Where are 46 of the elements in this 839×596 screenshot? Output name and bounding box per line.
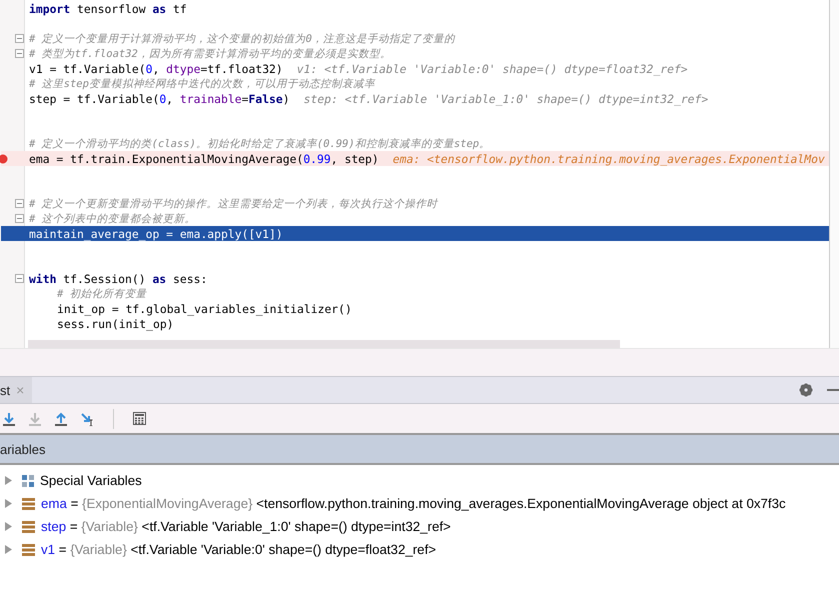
- vertical-scrollbar[interactable]: [829, 0, 839, 348]
- fold-icon[interactable]: [15, 214, 24, 223]
- fold-icon[interactable]: [15, 274, 24, 283]
- fold-icon[interactable]: [15, 49, 24, 58]
- inline-value-hint: step: <tf.Variable 'Variable_1:0' shape=() dtype=int32_ref>: [304, 92, 708, 106]
- fold-icon[interactable]: [15, 34, 24, 43]
- step-over-icon[interactable]: [2, 412, 16, 426]
- code-line: # 这里step变量模拟神经网络中迭代的次数，可以用于动态控制衰减率: [29, 77, 375, 91]
- variable-icon: [22, 520, 35, 532]
- grid-icon: [22, 474, 34, 486]
- code-line: # 类型为tf.float32，因为所有需要计算滑动平均的变量必须是实数型。: [29, 47, 391, 61]
- code-line: maintain_average_op = ema.apply([v1]): [29, 226, 283, 240]
- breakpoint-icon[interactable]: [0, 154, 8, 164]
- code-line: v1 = tf.Variable(0, dtype=tf.float32): [29, 62, 283, 76]
- fold-icon[interactable]: [15, 199, 24, 208]
- variable-icon: [22, 544, 35, 556]
- expand-arrow-icon[interactable]: [5, 476, 12, 485]
- code-line: sess.run(init_op): [57, 316, 174, 330]
- variable-entry[interactable]: step = {Variable} <tf.Variable 'Variable_1:0' shape=() dtype=int32_ref>: [41, 519, 451, 534]
- code-line: init_op = tf.global_variables_initializer(): [57, 302, 352, 316]
- calculator-icon[interactable]: [132, 412, 146, 425]
- expand-arrow-icon[interactable]: [5, 545, 12, 554]
- debug-tab[interactable]: st ×: [0, 377, 32, 403]
- code-line: # 定义一个滑动平均的类(class)。初始化时给定了衰减率(0.99)和控制衰减率的变量step。: [29, 137, 490, 151]
- variable-entry[interactable]: ema = {ExponentialMovingAverage} <tensorflow.python.training.moving_averages.ExponentialMovingAverage object at 0x7f3c: [41, 496, 786, 511]
- code-line: with tf.Session() as sess:: [29, 272, 208, 286]
- step-out-icon[interactable]: [54, 412, 68, 426]
- code-line: # 定义一个变量用于计算滑动平均，这个变量的初始值为0，注意这是手动指定了变量的: [29, 32, 455, 46]
- expand-arrow-icon[interactable]: [5, 522, 12, 531]
- code-line: # 这个列表中的变量都会被更新。: [29, 212, 196, 226]
- panel-title: ariables: [0, 442, 46, 456]
- settings-icon[interactable]: [799, 383, 813, 397]
- code-line: # 初始化所有变量: [57, 287, 147, 301]
- inline-value-hint: ema: <tensorflow.python.training.moving_averages.ExponentialMov: [392, 152, 825, 166]
- variable-entry[interactable]: v1 = {Variable} <tf.Variable 'Variable:0' shape=() dtype=float32_ref>: [41, 542, 436, 557]
- expand-arrow-icon[interactable]: [5, 499, 12, 508]
- code-line: # 定义一个更新变量滑动平均的操作。这里需要给定一个列表，每次执行这个操作时: [29, 197, 438, 211]
- code-line: ema = tf.train.ExponentialMovingAverage(0.99, step): [29, 152, 379, 166]
- inline-value-hint: v1: <tf.Variable 'Variable:0' shape=() dtype=float32_ref>: [296, 62, 688, 76]
- code-line: step = tf.Variable(0, trainable=False): [29, 92, 290, 106]
- minimize-icon[interactable]: [827, 388, 839, 392]
- variable-icon: [22, 498, 35, 510]
- horizontal-scrollbar[interactable]: [28, 340, 620, 348]
- code-line: import tensorflow as tf: [29, 2, 187, 16]
- run-to-cursor-icon[interactable]: [80, 412, 94, 426]
- tree-item-label[interactable]: Special Variables: [40, 473, 142, 488]
